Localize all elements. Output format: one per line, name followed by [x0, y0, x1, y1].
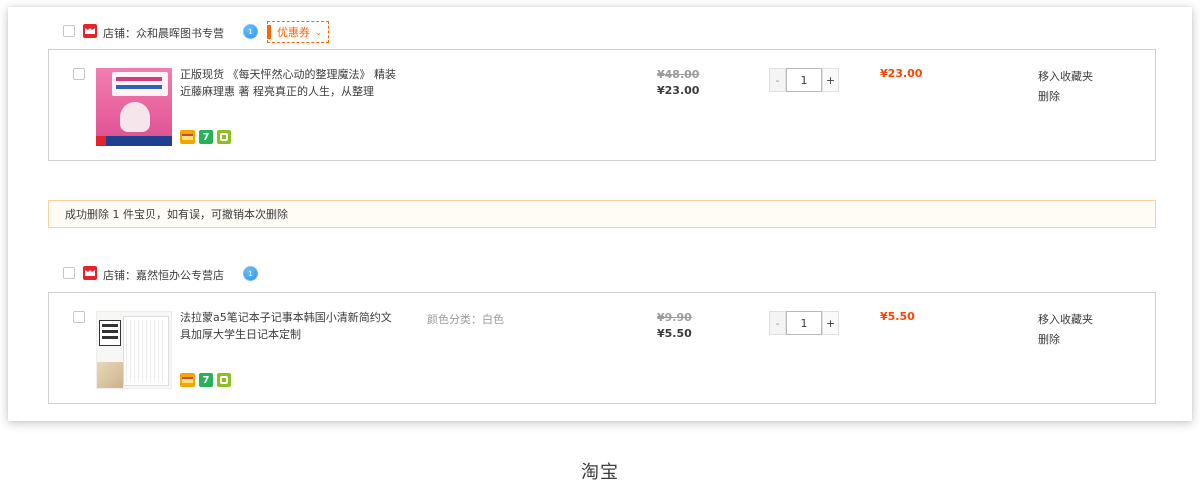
item-1-thumbnail[interactable] [96, 68, 172, 146]
item-2-thumbnail[interactable] [96, 311, 172, 389]
shop-2-name-link[interactable]: 店铺：嘉然恒办公专营店 [103, 267, 224, 283]
quantity-stepper: - + [769, 68, 839, 92]
cat-head-icon [85, 28, 95, 34]
notebook-image [96, 311, 172, 389]
item-1-original-price: ¥48.00 [657, 68, 700, 81]
delete-link[interactable]: 删除 [1038, 87, 1093, 107]
wangwang-chat-icon[interactable]: 1 [243, 266, 258, 281]
tmall-shop-icon [83, 266, 97, 280]
cart-item: 正版现货 《每天怦然心动的整理魔法》 精装近藤麻理惠 著 程亮真正的人生，从整理… [48, 49, 1156, 161]
shop-2-checkbox[interactable] [63, 267, 75, 279]
item-2-checkbox[interactable] [73, 311, 85, 323]
seven-day-return-icon[interactable]: 7 [199, 130, 213, 144]
coupon-button[interactable]: 优惠券 ⌄ [267, 21, 329, 43]
gift-icon[interactable] [217, 130, 231, 144]
gift-icon[interactable] [217, 373, 231, 387]
quantity-input[interactable] [786, 311, 822, 335]
item-1-subtotal: ¥23.00 [880, 67, 923, 80]
quantity-decrease-button[interactable]: - [769, 68, 786, 92]
item-2-sku: 颜色分类：白色 [427, 313, 504, 326]
item-1-checkbox[interactable] [73, 68, 85, 80]
item-1-operations: 移入收藏夹 删除 [1038, 67, 1093, 107]
quantity-decrease-button[interactable]: - [769, 311, 786, 335]
coupon-flag-icon [267, 25, 271, 39]
service-badges: 7 [180, 130, 231, 144]
shop-1-name-link[interactable]: 店铺：众和晨晖图书专营 [103, 25, 224, 41]
item-1-unit-price: ¥23.00 [657, 84, 700, 97]
move-to-favorites-link[interactable]: 移入收藏夹 [1038, 310, 1093, 330]
quantity-increase-button[interactable]: + [822, 311, 839, 335]
item-2-subtotal: ¥5.50 [880, 310, 915, 323]
item-2-original-price: ¥9.90 [657, 311, 692, 324]
item-2-operations: 移入收藏夹 删除 [1038, 310, 1093, 350]
quantity-stepper: - + [769, 311, 839, 335]
book-cover-image [96, 68, 172, 146]
quantity-input[interactable] [786, 68, 822, 92]
cart-panel: 店铺：众和晨晖图书专营 1 优惠券 ⌄ 正版现货 《每天怦然心动的整理魔法》 精… [8, 7, 1192, 421]
page-caption: 淘宝 [581, 462, 619, 483]
credit-card-icon[interactable] [180, 130, 195, 144]
service-badges: 7 [180, 373, 231, 387]
item-1-title-link[interactable]: 正版现货 《每天怦然心动的整理魔法》 精装近藤麻理惠 著 程亮真正的人生，从整理 [180, 66, 396, 100]
item-2-unit-price: ¥5.50 [657, 327, 692, 340]
deletion-notice: 成功删除 1 件宝贝，如有误，可撤销本次删除 [48, 200, 1156, 228]
credit-card-icon[interactable] [180, 373, 195, 387]
delete-link[interactable]: 删除 [1038, 330, 1093, 350]
coupon-label: 优惠券 [277, 26, 310, 39]
wangwang-chat-icon[interactable]: 1 [243, 24, 258, 39]
shop-1-checkbox[interactable] [63, 25, 75, 37]
seven-day-return-icon[interactable]: 7 [199, 373, 213, 387]
deletion-notice-text: 成功删除 1 件宝贝，如有误，可撤销本次删除 [65, 208, 288, 221]
cat-head-icon [85, 270, 95, 276]
item-2-title-link[interactable]: 法拉蒙a5笔记本子记事本韩国小清新简约文具加厚大学生日记本定制 [180, 309, 396, 343]
cart-item: 法拉蒙a5笔记本子记事本韩国小清新简约文具加厚大学生日记本定制 7 颜色分类：白… [48, 292, 1156, 404]
tmall-shop-icon [83, 24, 97, 38]
quantity-increase-button[interactable]: + [822, 68, 839, 92]
move-to-favorites-link[interactable]: 移入收藏夹 [1038, 67, 1093, 87]
chevron-down-icon: ⌄ [315, 27, 322, 37]
